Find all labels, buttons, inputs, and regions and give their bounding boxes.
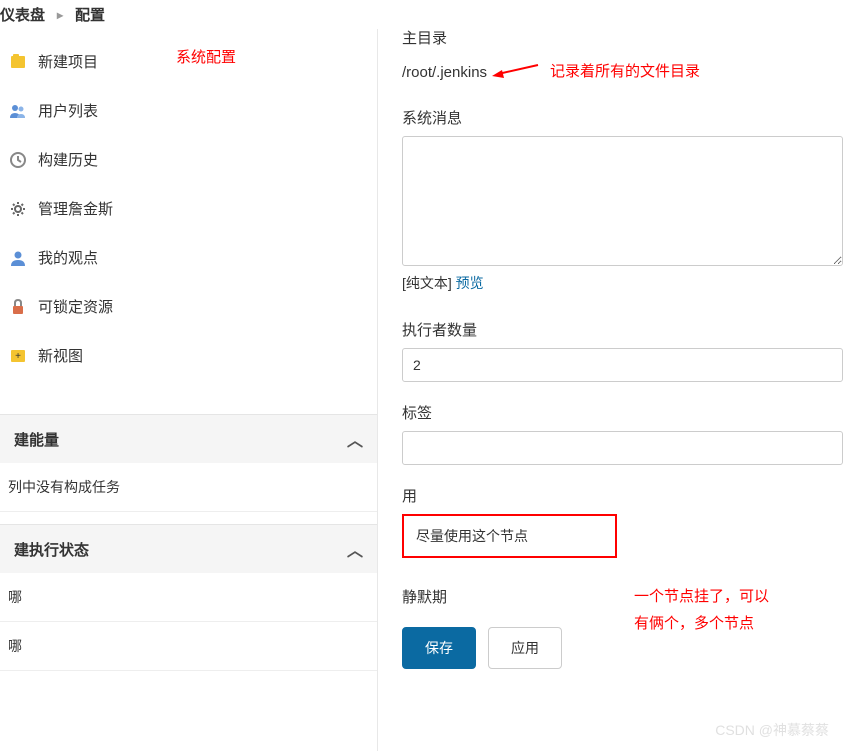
labels-input[interactable] [402,431,843,465]
labels-label: 标签 [402,402,843,423]
section-subitem-no-tasks: 列中没有构成任务 [0,463,377,512]
usage-label: 用 [402,485,843,506]
sidebar-item-label: 用户列表 [38,100,98,121]
save-button[interactable]: 保存 [402,627,476,669]
user-icon [8,248,28,268]
preview-link[interactable]: 预览 [456,275,484,291]
annotation-node-line2: 有俩个，多个节点 [634,610,769,637]
sidebar-item-label: 我的观点 [38,247,98,268]
executors-input[interactable] [402,348,843,382]
section-subitem-1: 哪 [0,573,377,622]
sidebar-item-build-history[interactable]: 构建历史 [0,135,377,184]
sidebar-item-label: 新建项目 [38,51,98,72]
annotation-node-line1: 一个节点挂了，可以 [634,583,769,610]
section-executor-status[interactable]: 建执行状态 ︿ [0,524,377,573]
sidebar-item-users[interactable]: 用户列表 [0,86,377,135]
history-icon [8,150,28,170]
apply-button[interactable]: 应用 [488,627,562,669]
home-dir-label: 主目录 [402,27,843,48]
breadcrumb-dashboard[interactable]: 仪表盘 [0,4,45,25]
sidebar-item-new-view[interactable]: + 新视图 [0,331,377,380]
sidebar-item-manage-jenkins[interactable]: 管理詹金斯 [0,184,377,233]
quiet-period-label: 静默期 [402,586,843,607]
section-build-energy[interactable]: 建能量 ︿ [0,414,377,463]
chevron-up-icon: ︿ [347,537,363,561]
annotation-file-dir: 记录着所有的文件目录 [550,60,700,81]
plain-text-label: [纯文本] [402,275,452,291]
section-subitem-2: 哪 [0,622,377,671]
annotation-system-config: 系统配置 [176,46,236,67]
breadcrumb: 仪表盘 ▸ 配置 [0,0,843,29]
breadcrumb-config[interactable]: 配置 [75,4,105,25]
svg-text:+: + [15,351,21,362]
sidebar: 新建项目 用户列表 构建历史 管理詹金斯 [0,29,378,751]
watermark: CSDN @神慕蔡蔡 [715,720,829,740]
plus-view-icon: + [8,346,28,366]
annotation-node: 一个节点挂了，可以 有俩个，多个节点 [634,583,769,637]
sidebar-item-lockable[interactable]: 可锁定资源 [0,282,377,331]
section-title: 建执行状态 [14,539,89,560]
plus-icon [8,52,28,72]
lock-icon [8,297,28,317]
gear-icon [8,199,28,219]
usage-select[interactable]: 尽量使用这个节点 [402,514,617,558]
users-icon [8,101,28,121]
sidebar-item-label: 管理詹金斯 [38,198,113,219]
executors-label: 执行者数量 [402,319,843,340]
system-message-label: 系统消息 [402,107,843,128]
sidebar-item-my-views[interactable]: 我的观点 [0,233,377,282]
sidebar-item-label: 构建历史 [38,149,98,170]
sidebar-item-label: 新视图 [38,345,83,366]
sidebar-item-label: 可锁定资源 [38,296,113,317]
chevron-right-icon: ▸ [57,8,63,22]
chevron-up-icon: ︿ [347,427,363,451]
system-message-textarea[interactable] [402,136,843,266]
content-panel: 主目录 /root/.jenkins 系统消息 [纯文本] 预览 执行者数量 标… [378,29,843,751]
section-title: 建能量 [14,429,59,450]
